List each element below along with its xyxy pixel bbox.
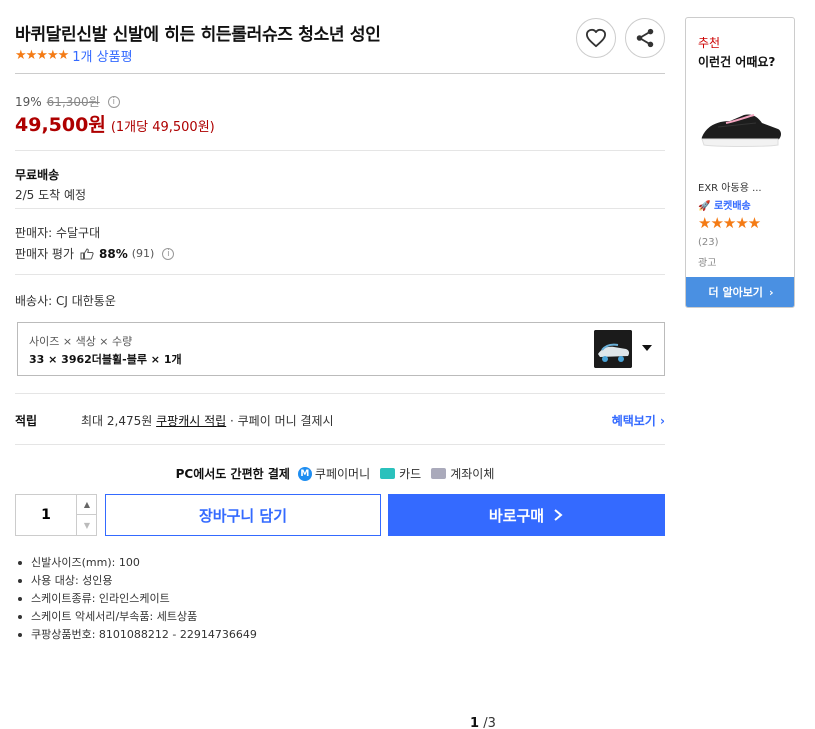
card-payment: 카드 <box>380 465 421 482</box>
coupay-icon: M <box>297 466 312 481</box>
bank-transfer: 계좌이체 <box>431 465 494 482</box>
bank-icon <box>431 468 447 479</box>
unit-price: (1개당 49,500원) <box>110 120 215 135</box>
ad-product-name: EXR 아동용 ... <box>698 183 762 194</box>
shipping-section: 무료배송 2/5 도착 예정 <box>15 151 665 209</box>
ad-title: 이런건 어때요? <box>698 55 776 69</box>
learn-more-label: 더 알아보기 <box>708 286 763 299</box>
option-value: 33 × 3962더블휠-블루 × 1개 <box>29 353 182 366</box>
rocket-label: 로켓배송 <box>713 201 751 212</box>
option-label: 사이즈 × 색상 × 수량 <box>29 335 133 348</box>
points-row: 적립 최대 2,475원 쿠팡캐시 적립 · 쿠페이 머니 결제시 혜택보기 › <box>15 393 665 445</box>
title-row: 바퀴달린신발 신발에 히든 히든롤러슈즈 청소년 성인 ★★★★★ 1개 상품평 <box>15 0 665 74</box>
bank-label: 계좌이체 <box>450 467 495 481</box>
rating-stars: ★★★★★ <box>15 48 69 63</box>
product-rating: ★★★★★ 1개 상품평 <box>15 46 133 65</box>
info-icon[interactable]: i <box>107 95 120 108</box>
points-label: 적립 <box>15 414 38 428</box>
card-icon <box>380 468 396 479</box>
quantity-decrease-button[interactable]: ▼ <box>76 515 97 535</box>
points-amount: 최대 2,475원 <box>81 414 153 428</box>
wishlist-button[interactable] <box>576 18 616 58</box>
card-label: 카드 <box>399 467 422 481</box>
seller-name: 판매자: 수달구대 <box>15 226 101 240</box>
list-item: 사용 대상: 성인용 <box>15 572 257 590</box>
thumbs-up-icon <box>80 247 94 259</box>
review-count-link[interactable]: 1개 상품평 <box>72 46 132 65</box>
coupang-cash-link[interactable]: 쿠팡캐시 적립 <box>156 414 226 428</box>
sale-price: 49,500원 <box>15 114 106 136</box>
product-title: 바퀴달린신발 신발에 히든 히든롤러슈즈 청소년 성인 <box>15 25 381 45</box>
points-text: 최대 2,475원 쿠팡캐시 적립 · 쿠페이 머니 결제시 <box>81 412 334 429</box>
seller-rating-count: (91) <box>131 247 155 260</box>
product-main: 바퀴달린신발 신발에 히든 히든롤러슈즈 청소년 성인 ★★★★★ 1개 상품평… <box>15 0 665 641</box>
coupay-money: M 쿠페이머니 <box>297 465 371 482</box>
quantity-increase-button[interactable]: ▲ <box>76 495 97 515</box>
coupay-label: 쿠페이머니 <box>314 467 371 481</box>
pager-total: /3 <box>483 716 496 729</box>
chevron-up-icon: ▲ <box>83 500 91 509</box>
ad-rating-stars: ★★★★★ <box>698 214 761 232</box>
chevron-right-icon <box>554 509 563 521</box>
share-button[interactable] <box>625 18 665 58</box>
list-item: 신발사이즈(mm): 100 <box>15 554 257 572</box>
option-select[interactable]: 사이즈 × 색상 × 수량 33 × 3962더블휠-블루 × 1개 <box>17 322 665 376</box>
seller-rating: 판매자 평가 88% (91) i <box>15 245 175 262</box>
ad-tag: 추천 <box>698 36 721 50</box>
chevron-right-icon: › <box>768 285 774 299</box>
chevron-down-icon <box>642 345 652 351</box>
arrival-date: 2/5 도착 예정 <box>15 188 87 202</box>
seller-section: 판매자: 수달구대 판매자 평가 88% (91) i <box>15 209 665 275</box>
quantity-stepper: ▲ ▼ <box>15 494 97 536</box>
share-icon <box>636 28 654 48</box>
seller-rating-label: 판매자 평가 <box>15 247 75 261</box>
rocket-icon: 🚀 <box>698 201 711 212</box>
list-item: 스케이트종류: 인라인스케이트 <box>15 590 257 608</box>
benefit-label: 혜택보기 <box>611 414 656 428</box>
seller-info-icon[interactable]: i <box>162 247 175 260</box>
payment-methods: PC에서도 간편한 결제 M 쿠페이머니 카드 계좌이체 <box>15 465 665 482</box>
price-section: 19% 61,300원 i 49,500원 (1개당 49,500원) <box>15 74 665 151</box>
chevron-down-icon: ▼ <box>83 520 91 530</box>
points-suffix: · 쿠페이 머니 결제시 <box>230 414 334 428</box>
option-thumbnail <box>594 330 632 368</box>
seller-rating-pct: 88% <box>99 246 128 261</box>
ad-label: 광고 <box>698 258 717 269</box>
pager-current: 1 <box>470 716 480 729</box>
payment-lead: PC에서도 간편한 결제 <box>175 467 290 481</box>
rocket-delivery-badge: 🚀 로켓배송 <box>698 197 751 212</box>
ad-product-image <box>701 114 781 147</box>
discount-row: 19% 61,300원 i <box>15 93 120 110</box>
original-price: 61,300원 <box>46 95 100 109</box>
recommendation-ad[interactable]: 추천 이런건 어때요? EXR 아동용 ... 🚀 로켓배송 ★★★★★ (23… <box>685 17 795 308</box>
discount-rate: 19% <box>15 94 42 109</box>
ad-review-count: (23) <box>698 237 719 248</box>
heart-icon <box>586 28 606 48</box>
buy-now-button[interactable]: 바로구매 <box>388 494 665 536</box>
spec-list: 신발사이즈(mm): 100 사용 대상: 성인용 스케이트종류: 인라인스케이… <box>15 554 257 644</box>
list-item: 쿠팡상품번호: 8101088212 - 22914736649 <box>15 626 257 644</box>
add-to-cart-button[interactable]: 장바구니 담기 <box>105 494 381 536</box>
chevron-right-icon: › <box>660 414 665 428</box>
sale-price-row: 49,500원 (1개당 49,500원) <box>15 110 215 137</box>
quantity-input[interactable] <box>16 495 76 535</box>
list-item: 스케이트 악세서리/부속품: 세트상품 <box>15 608 257 626</box>
buy-now-label: 바로구매 <box>488 506 545 525</box>
carrier: 배송사: CJ 대한통운 <box>15 294 116 308</box>
shipping-title: 무료배송 <box>15 168 60 182</box>
benefit-link[interactable]: 혜택보기 › <box>612 412 665 429</box>
pager: 1 /3 <box>470 716 496 729</box>
learn-more-button[interactable]: 더 알아보기 › <box>686 277 794 307</box>
